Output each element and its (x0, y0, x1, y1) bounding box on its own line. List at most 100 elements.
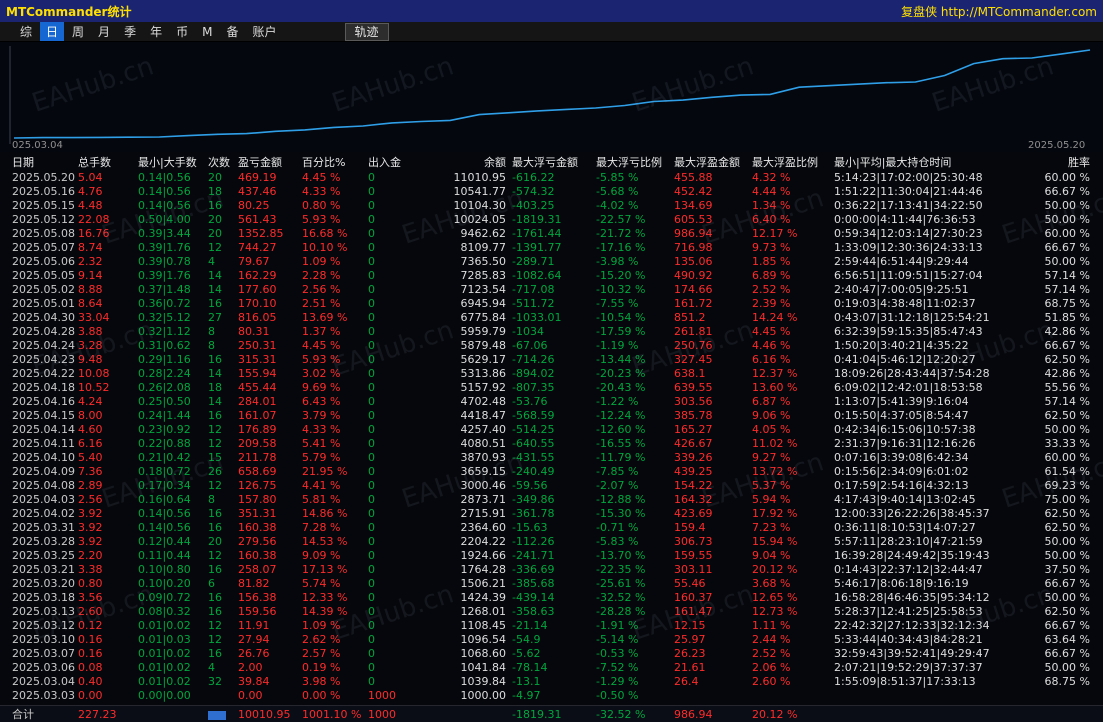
table-row[interactable]: 2025.04.02 3.92 0.14|0.56 16 351.31 14.86 % 0 2… (0, 507, 1103, 521)
cell-最大浮盈金额: 385.78 (674, 409, 713, 422)
header-cell-12[interactable]: 最小|平均|最大持仓时间 (834, 155, 1038, 171)
header-cell-3[interactable]: 次数 (208, 155, 238, 171)
menu-item-币[interactable]: 币 (170, 22, 194, 41)
table-row[interactable]: 2025.03.12 0.12 0.01|0.02 12 11.91 1.09 % 0 110… (0, 619, 1103, 633)
menu-item-周[interactable]: 周 (66, 22, 90, 41)
table-row[interactable]: 2025.03.13 2.60 0.08|0.32 16 159.56 14.39 % 0 1… (0, 605, 1103, 619)
site-link[interactable]: 复盘侠 http://MTCommander.com (901, 3, 1097, 20)
table-row[interactable]: 2025.03.10 0.16 0.01|0.03 12 27.94 2.62 % 0 109… (0, 633, 1103, 647)
header-cell-6[interactable]: 出入金 (368, 155, 428, 171)
cell-日期: 2025.04.24 (12, 339, 75, 352)
table-row[interactable]: 2025.05.06 2.32 0.39|0.78 4 79.67 1.09 % 0 7365… (0, 255, 1103, 269)
cell-最大浮亏金额: -112.26 (512, 535, 555, 548)
cell-总手数: 0.08 (78, 661, 103, 674)
table-row[interactable]: 2025.05.12 22.08 0.50|4.00 20 561.43 5.93 % 0 1… (0, 213, 1103, 227)
cell-最大浮亏比例: -13.44 % (596, 353, 646, 366)
cell-日期: 2025.03.12 (12, 619, 75, 632)
cell-最大浮盈比例: 12.73 % (752, 605, 798, 618)
table-row[interactable]: 2025.03.03 0.00 0.00|0.00 0.00 0.00 % 1000 100… (0, 689, 1103, 703)
cell-最大浮亏金额: -5.62 (512, 647, 541, 660)
table-row[interactable]: 2025.04.16 4.24 0.25|0.50 14 284.01 6.43 % 0 47… (0, 395, 1103, 409)
cell-盈亏金额: 258.07 (238, 563, 277, 576)
table-row[interactable]: 2025.03.04 0.40 0.01|0.02 32 39.84 3.98 % 0 103… (0, 675, 1103, 689)
table-row[interactable]: 2025.04.23 9.48 0.29|1.16 16 315.31 5.93 % 0 56… (0, 353, 1103, 367)
cell-胜率: 63.64 % (1044, 633, 1090, 646)
header-cell-1[interactable]: 总手数 (78, 155, 138, 171)
table-row[interactable]: 2025.04.08 2.89 0.17|0.34 12 126.75 4.41 % 0 30… (0, 479, 1103, 493)
header-cell-10[interactable]: 最大浮盈金额 (674, 155, 752, 171)
header-cell-4[interactable]: 盈亏金额 (238, 155, 302, 171)
table-row[interactable]: 2025.04.09 7.36 0.18|0.72 26 658.69 21.95 % 0 3… (0, 465, 1103, 479)
cell-最小|平均|最大持仓时间: 32:59:43|39:52:41|49:29:47 (834, 647, 990, 660)
table-row[interactable]: 2025.03.28 3.92 0.12|0.44 20 279.56 14.53 % 0 2… (0, 535, 1103, 549)
cell-最大浮亏比例: -13.70 % (596, 549, 646, 562)
cell-最大浮亏比例: -12.88 % (596, 493, 646, 506)
header-cell-7[interactable]: 余额 (428, 155, 512, 171)
menu-item-备[interactable]: 备 (220, 22, 244, 41)
menu-item-日[interactable]: 日 (40, 22, 65, 41)
header-cell-0[interactable]: 日期 (12, 155, 78, 171)
table-row[interactable]: 2025.05.20 5.04 0.14|0.56 20 469.19 4.45 % 0 11… (0, 171, 1103, 185)
table-row[interactable]: 2025.05.01 8.64 0.36|0.72 16 170.10 2.51 % 0 69… (0, 297, 1103, 311)
table-row[interactable]: 2025.05.08 16.76 0.39|3.44 20 1352.85 16.68 %… (0, 227, 1103, 241)
table-row[interactable]: 2025.03.07 0.16 0.01|0.02 16 26.76 2.57 % 0 106… (0, 647, 1103, 661)
table-row[interactable]: 2025.03.25 2.20 0.11|0.44 12 160.38 9.09 % 0 19… (0, 549, 1103, 563)
header-cell-2[interactable]: 最小|大手数 (138, 155, 208, 171)
cell-余额: 1268.01 (460, 605, 507, 618)
cell-余额: 1041.84 (460, 661, 507, 674)
cell-胜率: 42.86 % (1044, 325, 1090, 338)
cell-最小|大手数: 0.09|0.72 (138, 591, 191, 604)
menu-item-月[interactable]: 月 (92, 22, 116, 41)
table-row[interactable]: 2025.03.06 0.08 0.01|0.02 4 2.00 0.19 % 0 1041.… (0, 661, 1103, 675)
header-cell-11[interactable]: 最大浮盈比例 (752, 155, 834, 171)
table-row[interactable]: 2025.04.28 3.88 0.32|1.12 8 80.31 1.37 % 0 5959… (0, 325, 1103, 339)
cell-最大浮亏金额: -67.06 (512, 339, 548, 352)
table-row[interactable]: 2025.03.18 3.56 0.09|0.72 16 156.38 12.33 % 0 1… (0, 591, 1103, 605)
table-row[interactable]: 2025.04.03 2.56 0.16|0.64 8 157.80 5.81 % 0 287… (0, 493, 1103, 507)
cell-最大浮盈比例: 17.92 % (752, 507, 798, 520)
cell-胜率 (1038, 689, 1096, 703)
cell-盈亏金额: 156.38 (238, 591, 277, 604)
cell-最小|平均|最大持仓时间: 5:28:37|12:41:25|25:58:53 (834, 605, 983, 618)
table-row[interactable]: 2025.03.31 3.92 0.14|0.56 16 160.38 7.28 % 0 23… (0, 521, 1103, 535)
table-row[interactable]: 2025.04.11 6.16 0.22|0.88 12 209.58 5.41 % 0 40… (0, 437, 1103, 451)
table-row[interactable]: 2025.04.14 4.60 0.23|0.92 12 176.89 4.33 % 0 42… (0, 423, 1103, 437)
table-row[interactable]: 2025.04.10 5.40 0.21|0.42 15 211.78 5.79 % 0 38… (0, 451, 1103, 465)
cell-最大浮盈比例: 12.65 % (752, 591, 798, 604)
menu-item-年[interactable]: 年 (144, 22, 168, 41)
table-row[interactable]: 2025.05.16 4.76 0.14|0.56 18 437.46 4.33 % 0 10… (0, 185, 1103, 199)
header-cell-5[interactable]: 百分比% (302, 155, 368, 171)
track-button[interactable]: 轨迹 (344, 22, 389, 41)
table-row[interactable]: 2025.05.07 8.74 0.39|1.76 12 744.27 10.10 % 0 8… (0, 241, 1103, 255)
menu-item-季[interactable]: 季 (118, 22, 142, 41)
table-row[interactable]: 2025.03.20 0.80 0.10|0.20 6 81.82 5.74 % 0 1506… (0, 577, 1103, 591)
table-row[interactable]: 2025.04.18 10.52 0.26|2.08 18 455.44 9.69 % 0 5… (0, 381, 1103, 395)
cell-盈亏金额: 10010.95 (238, 708, 291, 721)
table-row[interactable]: 2025.05.15 4.48 0.14|0.56 16 80.25 0.80 % 0 101… (0, 199, 1103, 213)
table-row[interactable]: 2025.03.21 3.38 0.10|0.80 16 258.07 17.13 % 0 1… (0, 563, 1103, 577)
table-row[interactable]: 2025.05.05 9.14 0.39|1.76 14 162.29 2.28 % 0 72… (0, 269, 1103, 283)
table-row[interactable]: 2025.04.22 10.08 0.28|2.24 14 155.94 3.02 % 0 5… (0, 367, 1103, 381)
cell-最大浮盈比例: 1.85 % (752, 255, 791, 268)
cell-次数: 16 (208, 563, 222, 576)
menu-item-M[interactable]: M (196, 24, 218, 40)
cell-最大浮盈金额: 605.53 (674, 213, 713, 226)
header-cell-9[interactable]: 最大浮亏比例 (596, 155, 674, 171)
cell-最大浮亏金额: -241.71 (512, 549, 555, 562)
table-row[interactable]: 2025.05.02 8.88 0.37|1.48 14 177.60 2.56 % 0 71… (0, 283, 1103, 297)
cell-日期: 2025.05.20 (12, 171, 75, 184)
table-row[interactable]: 2025.04.24 3.28 0.31|0.62 8 250.31 4.45 % 0 587… (0, 339, 1103, 353)
table-row[interactable]: 2025.04.30 33.04 0.32|5.12 27 816.05 13.69 % 0… (0, 311, 1103, 325)
cell-最大浮亏比例: -12.60 % (596, 423, 646, 436)
cell-胜率 (1038, 706, 1096, 722)
menu-item-账户[interactable]: 账户 (246, 22, 282, 41)
cell-百分比%: 4.33 % (302, 185, 341, 198)
cell-胜率: 51.85 % (1044, 311, 1090, 324)
menu-item-综[interactable]: 综 (14, 22, 38, 41)
header-cell-8[interactable]: 最大浮亏金额 (512, 155, 596, 171)
cell-最小|大手数: 0.22|0.88 (138, 437, 191, 450)
table-row[interactable]: 2025.04.15 8.00 0.24|1.44 16 161.07 3.79 % 0 44… (0, 409, 1103, 423)
cell-余额: 9462.62 (460, 227, 507, 240)
header-cell-13[interactable]: 胜率 (1038, 155, 1096, 171)
cell-最大浮盈金额: 154.22 (674, 479, 713, 492)
